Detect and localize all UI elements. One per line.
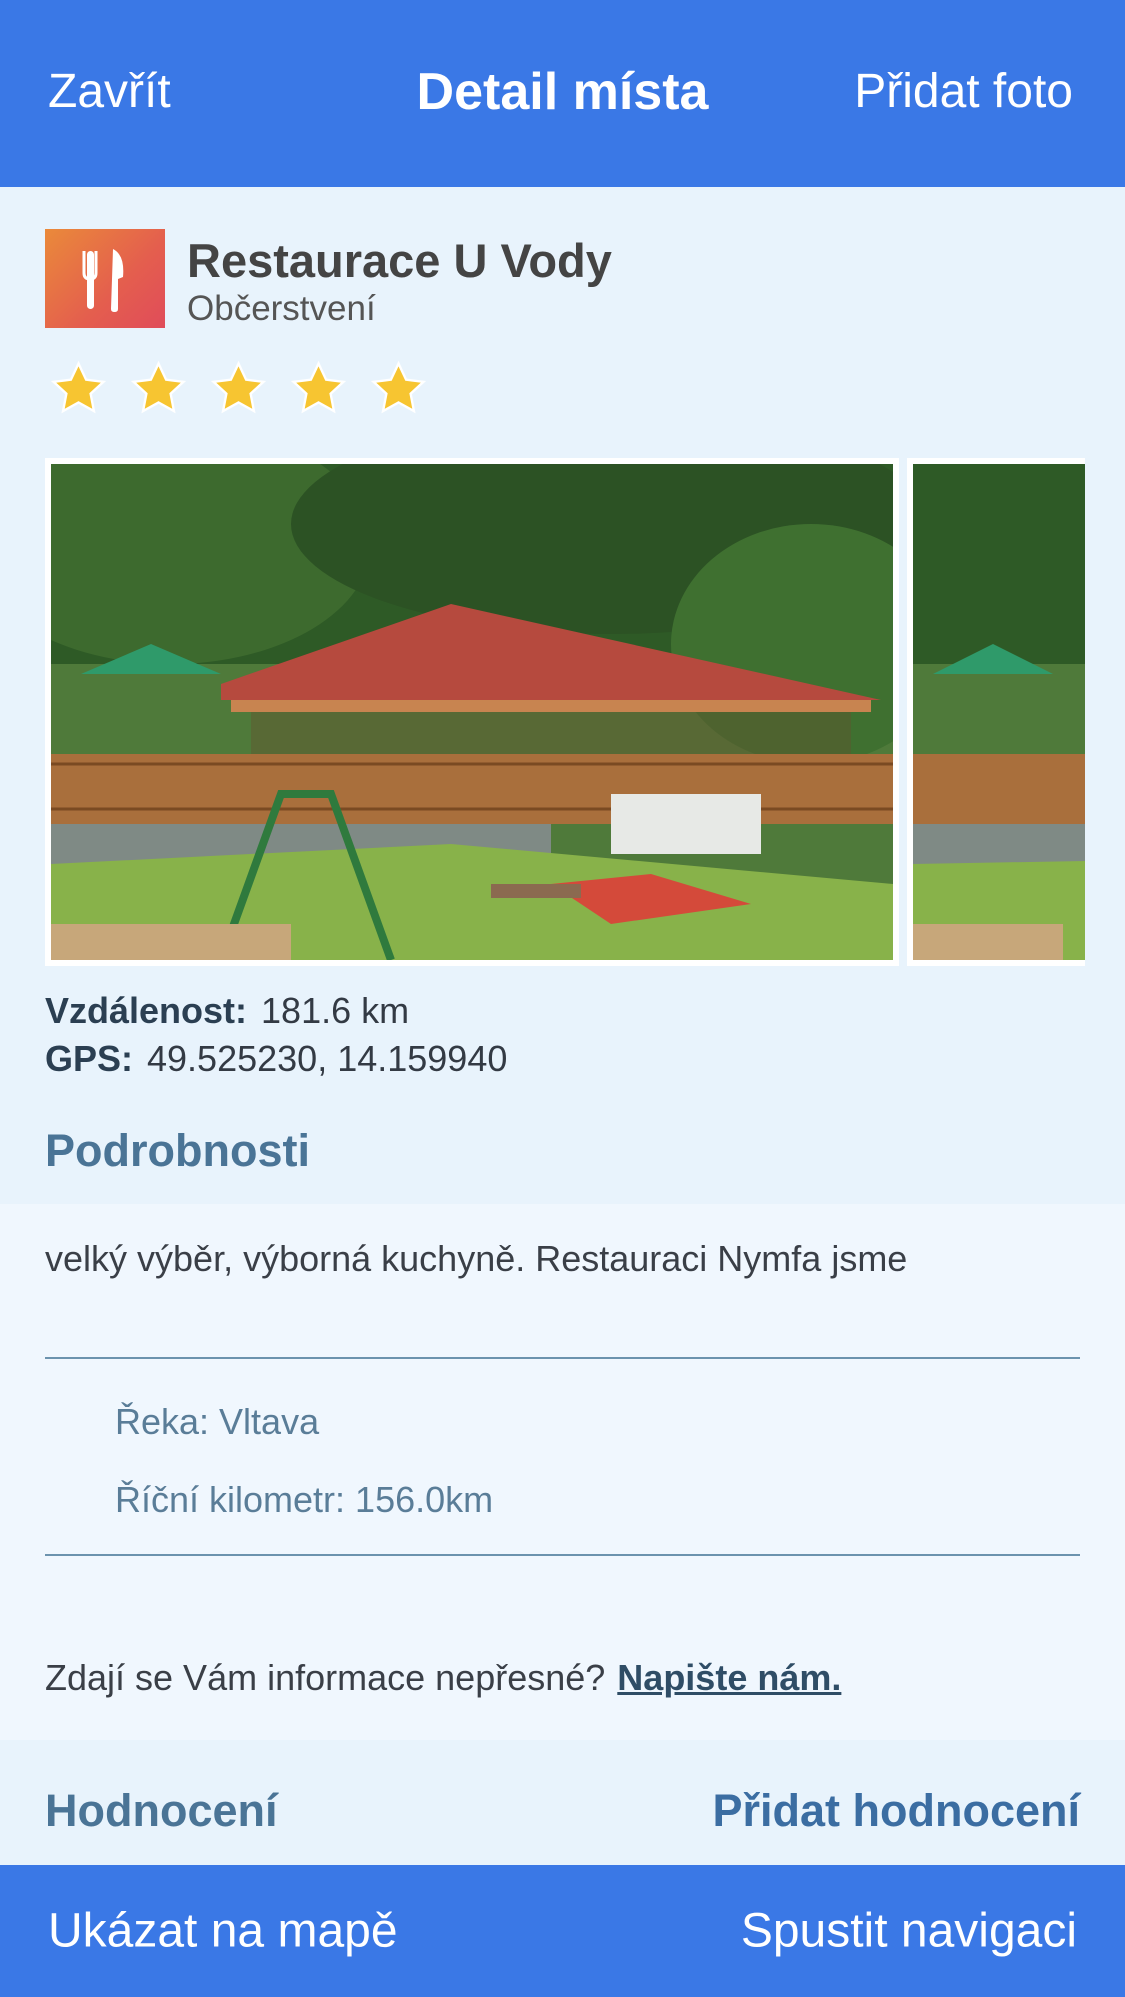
report-text: Zdají se Vám informace nepřesné? — [45, 1657, 606, 1698]
place-category: Občerstvení — [187, 289, 376, 328]
distance-row: Vzdálenost: 181.6 km — [45, 990, 409, 1032]
place-detail-screen: Zavřít Detail místa Přidat foto Restaura… — [0, 0, 1125, 1997]
distance-value: 181.6 km — [261, 990, 410, 1031]
gps-label: GPS: — [45, 1038, 134, 1079]
rating-stars — [50, 360, 427, 420]
river-kilometer: Říční kilometr: 156.0km — [115, 1479, 494, 1520]
start-navigation-button[interactable]: Spustit navigaci — [741, 1904, 1077, 1959]
bottom-action-bar: Ukázat na mapě Spustit navigaci — [0, 1865, 1125, 1997]
add-rating-button[interactable]: Přidat hodnocení — [712, 1785, 1080, 1837]
place-description: velký výběr, výborná kuchyně. Restauraci… — [45, 1238, 908, 1279]
place-name: Restaurace U Vody — [187, 234, 612, 287]
star-icon — [290, 360, 347, 414]
add-photo-button[interactable]: Přidat foto — [854, 68, 1073, 116]
star-icon — [50, 360, 107, 414]
photo-gallery[interactable] — [45, 458, 1085, 966]
details-heading: Podrobnosti — [45, 1125, 310, 1176]
fork-knife-icon — [45, 229, 165, 328]
star-icon — [370, 360, 427, 414]
star-icon — [130, 360, 187, 414]
gps-row: GPS: 49.525230, 14.159940 — [45, 1038, 507, 1080]
divider — [45, 1554, 1080, 1556]
distance-label: Vzdálenost: — [45, 990, 248, 1031]
close-button[interactable]: Zavřít — [48, 68, 171, 116]
divider — [45, 1357, 1080, 1359]
rating-heading: Hodnocení — [45, 1785, 278, 1836]
report-inaccuracy: Zdají se Vám informace nepřesné? Napište … — [45, 1657, 841, 1699]
place-photo[interactable] — [907, 458, 1085, 966]
contact-us-link[interactable]: Napište nám. — [617, 1657, 841, 1698]
star-icon — [210, 360, 267, 414]
gps-value: 49.525230, 14.159940 — [147, 1038, 508, 1079]
show-on-map-button[interactable]: Ukázat na mapě — [48, 1904, 398, 1959]
page-title: Detail místa — [416, 63, 709, 121]
place-photo[interactable] — [45, 458, 899, 966]
top-navigation-bar: Zavřít Detail místa Přidat foto — [0, 0, 1125, 187]
river-name: Řeka: Vltava — [115, 1401, 320, 1442]
